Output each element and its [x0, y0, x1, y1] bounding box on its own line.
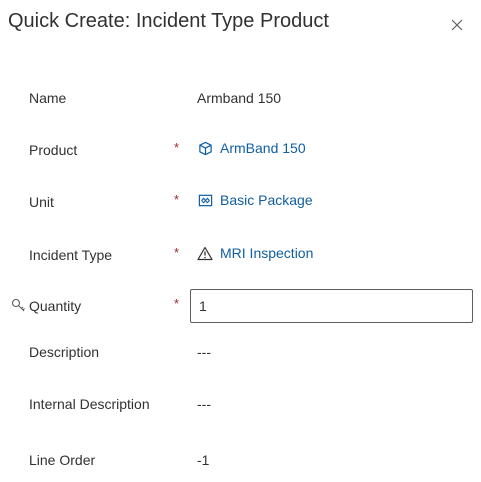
name-row: Name Armband 150 — [0, 86, 481, 110]
unit-required-mark: * — [174, 192, 180, 207]
internal-description-row: Internal Description --- — [0, 392, 481, 416]
unit-link[interactable]: Basic Package — [197, 192, 313, 208]
quantity-label: Quantity — [29, 298, 82, 314]
cube-icon — [197, 140, 213, 156]
unit-label: Unit — [29, 194, 54, 210]
quantity-required-mark: * — [174, 296, 180, 311]
product-link[interactable]: ArmBand 150 — [197, 140, 306, 156]
product-required-mark: * — [174, 140, 180, 155]
incident-type-required-mark: * — [174, 245, 180, 260]
description-value[interactable]: --- — [197, 344, 211, 360]
close-icon — [451, 19, 463, 31]
internal-description-value[interactable]: --- — [197, 396, 211, 412]
description-row: Description --- — [0, 340, 481, 364]
name-label: Name — [29, 90, 67, 106]
line-order-value[interactable]: -1 — [197, 452, 209, 468]
unit-link-text: Basic Package — [220, 192, 313, 208]
product-row: Product * ArmBand 150 — [0, 138, 481, 162]
product-link-text: ArmBand 150 — [220, 140, 306, 156]
close-button[interactable] — [447, 15, 467, 35]
quantity-row: Quantity * — [0, 289, 481, 323]
line-order-label: Line Order — [29, 452, 96, 468]
warning-icon — [197, 245, 213, 261]
unit-row: Unit * Basic Package — [0, 190, 481, 214]
incident-type-label: Incident Type — [29, 247, 113, 263]
incident-type-row: Incident Type * MRI Inspection — [0, 243, 481, 267]
package-icon — [197, 192, 213, 208]
lock-icon — [11, 297, 27, 313]
name-value[interactable]: Armband 150 — [197, 90, 281, 106]
incident-type-link[interactable]: MRI Inspection — [197, 245, 313, 261]
dialog-title: Quick Create: Incident Type Product — [8, 10, 329, 32]
description-label: Description — [29, 344, 100, 360]
incident-type-link-text: MRI Inspection — [220, 245, 314, 261]
internal-description-label: Internal Description — [29, 396, 150, 412]
product-label: Product — [29, 142, 78, 158]
line-order-row: Line Order -1 — [0, 448, 481, 472]
quantity-input[interactable] — [190, 289, 473, 323]
